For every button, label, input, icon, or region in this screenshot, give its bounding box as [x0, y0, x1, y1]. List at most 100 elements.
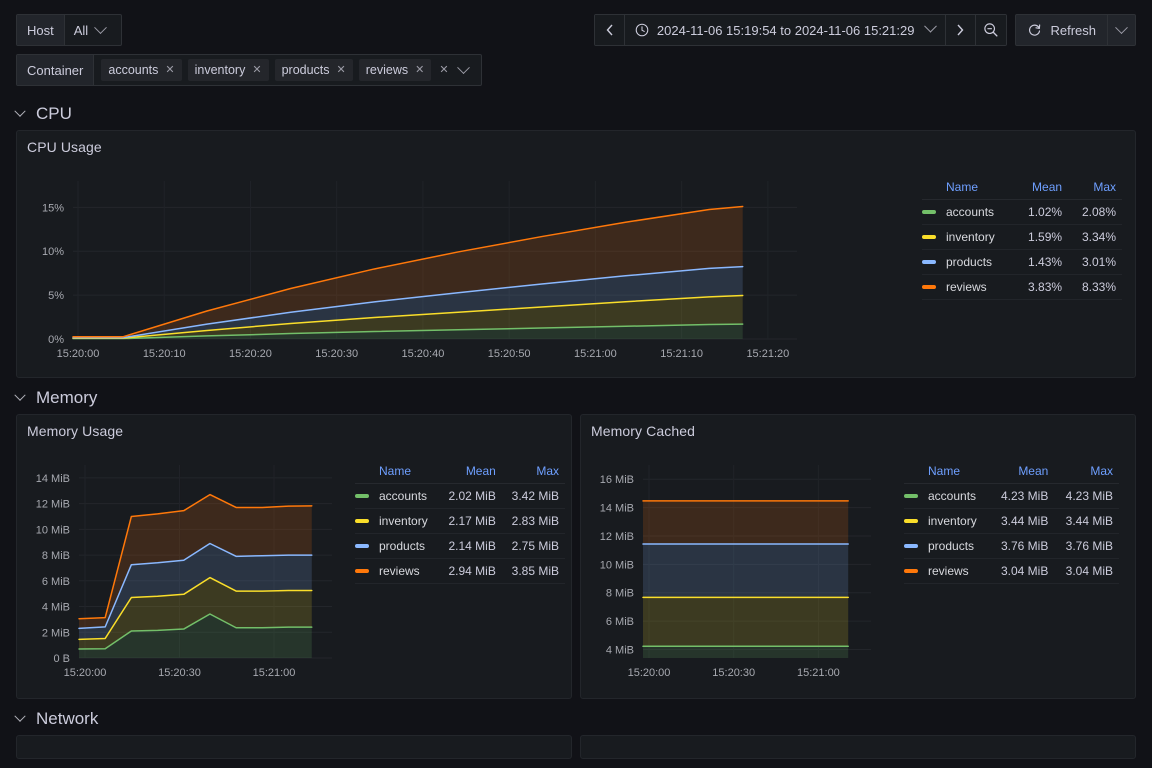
svg-text:15:20:00: 15:20:00: [57, 348, 100, 360]
legend-col-mean[interactable]: Mean: [438, 461, 502, 484]
legend-memory-usage: Name Mean Max accounts 2.02 MiB 3.42 MiB in…: [355, 461, 565, 584]
legend-series-name[interactable]: products: [355, 533, 439, 559]
legend-max-value: 3.42 MiB: [501, 483, 565, 509]
legend-col-max[interactable]: Max: [1068, 177, 1122, 200]
legend-series-name[interactable]: products: [904, 533, 990, 559]
time-range-picker[interactable]: 2024-11-06 15:19:54 to 2024-11-06 15:21:…: [625, 15, 947, 45]
close-icon[interactable]: ✕: [415, 64, 424, 76]
legend-series-name[interactable]: products: [922, 249, 1015, 275]
legend-series-name[interactable]: reviews: [904, 558, 990, 584]
variable-pill-label: reviews: [365, 63, 409, 77]
legend-series-name[interactable]: reviews: [355, 558, 439, 584]
variable-container-expand[interactable]: [456, 60, 474, 75]
variable-container[interactable]: Container accounts ✕ inventory ✕ product…: [16, 54, 482, 86]
legend-max-value: 3.34%: [1068, 224, 1122, 250]
legend-max-value: 3.85 MiB: [501, 558, 565, 584]
panel-title-memory-cached: Memory Cached: [591, 423, 696, 439]
legend-series-name[interactable]: accounts: [355, 483, 439, 509]
legend-series-name[interactable]: inventory: [355, 508, 439, 534]
legend-series-name[interactable]: inventory: [922, 224, 1015, 250]
panel-body-cpu-usage[interactable]: 0% 5% 10% 15% 15:20:00 15:20:10 15:20:20 15:20:…: [17, 155, 1135, 373]
variable-container-values[interactable]: accounts ✕ inventory ✕ products ✕ review…: [94, 55, 480, 85]
svg-text:15:21:00: 15:21:00: [574, 348, 617, 360]
legend-row[interactable]: accounts 2.02 MiB 3.42 MiB: [355, 483, 565, 509]
legend-row[interactable]: products 3.76 MiB 3.76 MiB: [904, 533, 1119, 559]
legend-mean-value: 3.04 MiB: [989, 558, 1055, 584]
legend-row[interactable]: products 1.43% 3.01%: [922, 249, 1122, 275]
legend-row[interactable]: products 2.14 MiB 2.75 MiB: [355, 533, 565, 559]
svg-text:15:21:00: 15:21:00: [253, 667, 296, 679]
legend-col-name[interactable]: Name: [355, 461, 439, 484]
legend-mean-value: 2.94 MiB: [438, 558, 502, 584]
legend-mean-value: 1.02%: [1014, 199, 1069, 225]
series-color-icon: [355, 519, 369, 523]
legend-row[interactable]: accounts 4.23 MiB 4.23 MiB: [904, 483, 1119, 509]
time-shift-back-button[interactable]: [594, 15, 625, 45]
close-icon[interactable]: ✕: [165, 64, 174, 76]
legend-series-name[interactable]: accounts: [904, 483, 990, 509]
time-shift-forward-button[interactable]: [946, 15, 977, 45]
legend-header-row: Name Mean Max: [904, 461, 1119, 484]
legend-max-value: 8.33%: [1068, 274, 1122, 300]
svg-text:6 MiB: 6 MiB: [42, 576, 70, 588]
legend-col-name[interactable]: Name: [904, 461, 990, 484]
legend-body: accounts 2.02 MiB 3.42 MiB inventory 2.17 Mi…: [355, 483, 565, 584]
dashboard-toolbar: Host All Container accounts ✕ inventory …: [0, 0, 1152, 94]
section-header-cpu[interactable]: CPU: [0, 98, 1152, 130]
svg-text:15:20:00: 15:20:00: [628, 667, 671, 679]
legend-header-row: Name Mean Max: [922, 177, 1122, 200]
variable-pill-inventory[interactable]: inventory ✕: [187, 59, 269, 81]
variable-pill-accounts[interactable]: accounts ✕: [101, 59, 182, 81]
legend-row[interactable]: inventory 3.44 MiB 3.44 MiB: [904, 508, 1119, 534]
variable-host[interactable]: Host All: [16, 14, 122, 46]
panel-network-right[interactable]: [580, 735, 1136, 759]
legend-row[interactable]: reviews 3.83% 8.33%: [922, 274, 1122, 300]
legend-max-value: 3.76 MiB: [1054, 533, 1119, 559]
chevron-down-icon: [1115, 20, 1128, 34]
refresh-interval-dropdown[interactable]: [1107, 15, 1135, 45]
panel-cpu-usage: CPU Usage 0% 5% 10% 15% 15:20:00 15:20:10 15:2…: [16, 130, 1136, 378]
variable-pill-label: inventory: [194, 63, 246, 77]
legend-max-value: 3.44 MiB: [1054, 508, 1119, 534]
series-color-icon: [922, 285, 936, 289]
legend-col-mean[interactable]: Mean: [989, 461, 1055, 484]
close-icon[interactable]: ✕: [252, 64, 261, 76]
panel-memory-cached: Memory Cached 4 MiB 6 MiB 8 MiB 10 MiB 12 Mi…: [580, 414, 1136, 699]
legend-col-name[interactable]: Name: [922, 177, 1015, 200]
series-color-icon: [904, 519, 918, 523]
legend-col-max[interactable]: Max: [501, 461, 565, 484]
svg-text:4 MiB: 4 MiB: [42, 602, 70, 614]
series-color-icon: [904, 494, 918, 498]
close-icon[interactable]: ✕: [337, 64, 346, 76]
legend-table: Name Mean Max accounts 4.23 MiB 4.23 MiB in…: [904, 461, 1119, 584]
legend-row[interactable]: reviews 3.04 MiB 3.04 MiB: [904, 558, 1119, 584]
legend-max-value: 2.83 MiB: [501, 508, 565, 534]
legend-table: Name Mean Max accounts 2.02 MiB 3.42 MiB in…: [355, 461, 565, 584]
legend-col-mean[interactable]: Mean: [1014, 177, 1069, 200]
legend-mean-value: 2.17 MiB: [438, 508, 502, 534]
time-controls: 2024-11-06 15:19:54 to 2024-11-06 15:21:…: [593, 14, 1136, 46]
legend-row[interactable]: accounts 1.02% 2.08%: [922, 199, 1122, 225]
legend-series-name[interactable]: accounts: [922, 199, 1015, 225]
legend-mean-value: 4.23 MiB: [989, 483, 1055, 509]
svg-text:15:20:30: 15:20:30: [712, 667, 755, 679]
section-header-network[interactable]: Network: [0, 703, 1152, 735]
panel-network-left[interactable]: [16, 735, 572, 759]
refresh-button[interactable]: Refresh: [1016, 15, 1107, 45]
panel-body-memory-usage[interactable]: 0 B 2 MiB 4 MiB 6 MiB 8 MiB 10 MiB 12 MiB 14 Mi…: [17, 439, 571, 694]
zoom-out-button[interactable]: [976, 15, 1007, 45]
legend-mean-value: 2.02 MiB: [438, 483, 502, 509]
variable-host-value[interactable]: All: [65, 15, 121, 45]
legend-series-name[interactable]: inventory: [904, 508, 990, 534]
chevron-down-icon: [14, 105, 26, 117]
legend-row[interactable]: inventory 2.17 MiB 2.83 MiB: [355, 508, 565, 534]
variable-pill-reviews[interactable]: reviews ✕: [358, 59, 432, 81]
panel-body-memory-cached[interactable]: 4 MiB 6 MiB 8 MiB 10 MiB 12 MiB 14 MiB 16 MiB 1…: [581, 439, 1135, 694]
variable-pill-products[interactable]: products ✕: [274, 59, 353, 81]
legend-row[interactable]: reviews 2.94 MiB 3.85 MiB: [355, 558, 565, 584]
legend-series-name[interactable]: reviews: [922, 274, 1015, 300]
legend-row[interactable]: inventory 1.59% 3.34%: [922, 224, 1122, 250]
clear-all-icon[interactable]: ✕: [437, 64, 450, 76]
section-header-memory[interactable]: Memory: [0, 382, 1152, 414]
legend-col-max[interactable]: Max: [1054, 461, 1119, 484]
